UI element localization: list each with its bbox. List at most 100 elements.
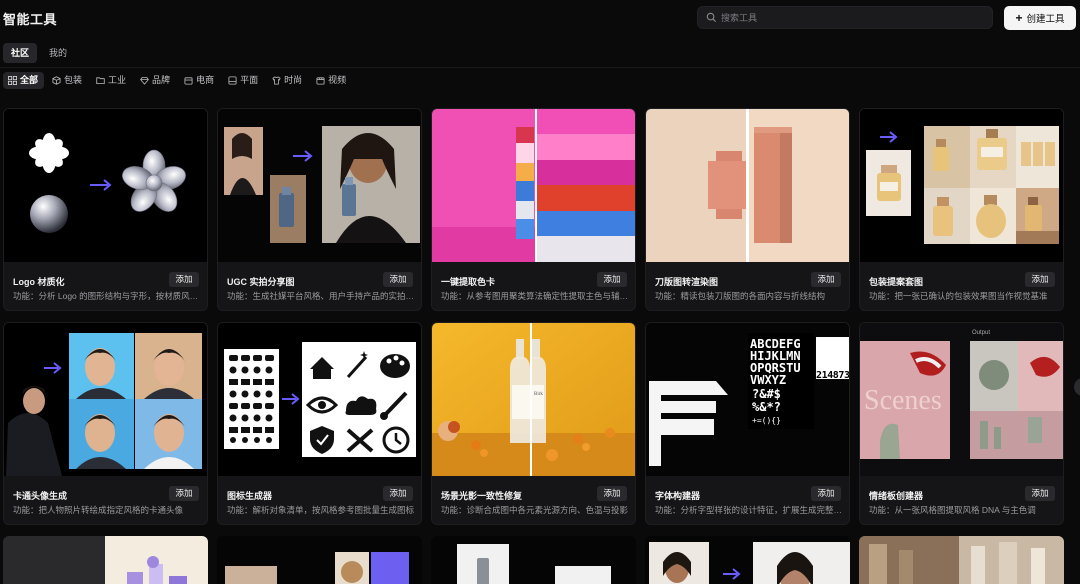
filter-label: 平面: [240, 75, 259, 85]
card-title: 包装提案套图: [869, 277, 924, 287]
card-title: 情绪板创建器: [869, 491, 924, 501]
grid-icon: [8, 76, 17, 85]
add-button[interactable]: 添加: [597, 486, 627, 501]
filter-packaging[interactable]: 包装: [47, 72, 88, 89]
card-title: 一键提取色卡: [441, 277, 496, 287]
card-thumbnail: [218, 109, 421, 262]
search-box[interactable]: [697, 6, 993, 29]
card-thumbnail: [217, 536, 422, 584]
add-button[interactable]: 添加: [811, 272, 841, 287]
add-button[interactable]: 添加: [1025, 486, 1055, 501]
card-thumbnail: [645, 536, 850, 584]
filter-brand[interactable]: 品牌: [135, 72, 176, 89]
scroll-right-handle[interactable]: [1074, 378, 1080, 396]
card-thumbnail: Scenes Output: [860, 323, 1063, 476]
tool-card-moodboard[interactable]: Scenes Output 情绪板创建器 添加 功能：从一张风格图提取风格 DN…: [859, 322, 1064, 525]
category-filters: 全部 包装 工业 品牌 电商 平面 时尚 视频: [3, 72, 352, 89]
card-title: 字体构建器: [655, 491, 701, 501]
card-thumbnail: [859, 536, 1064, 584]
add-button[interactable]: 添加: [597, 272, 627, 287]
tool-card-icon-generator[interactable]: 图标生成器 添加 功能：解析对象清单，按风格参考图批量生成图标: [217, 322, 422, 525]
card-description: 功能：解析对象清单，按风格参考图批量生成图标: [227, 505, 415, 515]
filter-label: 工业: [108, 75, 127, 85]
filter-industrial[interactable]: 工业: [91, 72, 132, 89]
filter-fashion[interactable]: 时尚: [267, 72, 308, 89]
filter-label: 品牌: [152, 75, 171, 85]
page-title: 智能工具: [3, 12, 58, 27]
add-button[interactable]: 添加: [383, 486, 413, 501]
card-thumbnail: [431, 536, 636, 584]
tool-card-color-card[interactable]: 一键提取色卡 添加 功能：从参考图用聚类算法确定性提取主色与辅助色: [431, 108, 636, 311]
card-title: UGC 实拍分享图: [227, 277, 295, 287]
tool-card-partial[interactable]: [645, 536, 850, 584]
card-description: 功能：分析 Logo 的图形结构与字形，按材质风格重塑: [13, 291, 201, 301]
output-label: Output: [972, 330, 990, 336]
search-input[interactable]: [721, 10, 981, 26]
card-description: 功能：生成社媒平台风格、用户手持产品的实拍分享图: [227, 291, 415, 301]
plus-icon: +: [1015, 11, 1023, 25]
video-icon: [316, 77, 325, 85]
tool-card-font-builder[interactable]: ABCDEFG HIJKLMN OPQRSTU VWXYZ ?&#$ %&*? …: [645, 322, 850, 525]
add-button[interactable]: 添加: [383, 272, 413, 287]
card-description: 功能：诊断合成图中各元素光源方向、色温与投影: [441, 505, 629, 515]
tool-card-partial[interactable]: [3, 536, 208, 584]
tab-community[interactable]: 社区: [3, 43, 38, 63]
add-button[interactable]: 添加: [811, 486, 841, 501]
filter-ecommerce[interactable]: 电商: [179, 72, 220, 89]
top-bar: 智能工具 + 创建工具: [0, 0, 1080, 38]
card-thumbnail: Birk: [432, 323, 635, 476]
add-button[interactable]: 添加: [169, 272, 199, 287]
card-thumbnail: [218, 323, 421, 476]
glyph-row: %&*?: [752, 400, 781, 414]
filter-label: 包装: [64, 75, 83, 85]
filter-video[interactable]: 视频: [311, 72, 352, 89]
mood-word: Scenes: [864, 385, 942, 416]
tool-card-scene-lighting[interactable]: Birk 场景光影一致性修复 添加 功能：诊断合成图中各元素光源方向、色温与投影: [431, 322, 636, 525]
card-description: 功能：从一张风格图提取风格 DNA 与主色调: [869, 505, 1036, 515]
card-description: 功能：从参考图用聚类算法确定性提取主色与辅助色: [441, 291, 629, 301]
tab-mine[interactable]: 我的: [41, 43, 75, 63]
card-thumbnail: [432, 109, 635, 262]
filter-label: 时尚: [284, 75, 303, 85]
filter-all[interactable]: 全部: [3, 72, 45, 89]
folder-icon: [96, 77, 105, 85]
card-thumbnail: [3, 536, 208, 584]
card-description: 功能：精读包装刀版图的各面内容与折线结构: [655, 291, 826, 301]
shirt-icon: [272, 76, 281, 85]
create-tool-button[interactable]: + 创建工具: [1004, 6, 1076, 30]
tool-card-packaging-set[interactable]: 包装提案套图 添加 功能：把一张已确认的包装效果图当作视觉基准: [859, 108, 1064, 311]
card-thumbnail: [646, 109, 849, 262]
tool-card-partial[interactable]: [859, 536, 1064, 584]
add-button[interactable]: 添加: [1025, 272, 1055, 287]
card-thumbnail: [4, 323, 207, 476]
search-icon: [706, 12, 717, 23]
diamond-icon: [140, 76, 149, 85]
shop-icon: [184, 77, 193, 85]
tool-card-logo[interactable]: Logo 材质化 添加 功能：分析 Logo 的图形结构与字形，按材质风格重塑: [3, 108, 208, 311]
add-button[interactable]: 添加: [169, 486, 199, 501]
filter-graphic[interactable]: 平面: [223, 72, 264, 89]
card-description: 功能：分析字型样张的设计特征，扩展生成完整字符集: [655, 505, 843, 515]
filter-label: 电商: [196, 75, 215, 85]
tool-card-dieline[interactable]: 刀版图转渲染图 添加 功能：精读包装刀版图的各面内容与折线结构: [645, 108, 850, 311]
create-tool-label: 创建工具: [1026, 14, 1065, 25]
glyph-row: ?&#$: [752, 387, 781, 401]
card-description: 功能：把一张已确认的包装效果图当作视觉基准: [869, 291, 1048, 301]
tool-card-cartoon-avatar[interactable]: 卡通头像生成 添加 功能：把人物照片转绘成指定风格的卡通头像: [3, 322, 208, 525]
glyph-digits: 2 1 4 8 7 3: [816, 370, 850, 381]
card-title: 场景光影一致性修复: [441, 491, 523, 501]
card-thumbnail: [4, 109, 207, 262]
glyph-row: VWXYZ: [750, 373, 786, 387]
tool-card-partial[interactable]: [431, 536, 636, 584]
card-description: 功能：把人物照片转绘成指定风格的卡通头像: [13, 505, 184, 515]
bottle-label-text: Birk: [534, 392, 543, 397]
card-title: 卡通头像生成: [13, 491, 68, 501]
package-icon: [52, 76, 61, 85]
layout-icon: [228, 76, 237, 85]
card-title: 图标生成器: [227, 491, 273, 501]
tool-card-ugc[interactable]: UGC 实拍分享图 添加 功能：生成社媒平台风格、用户手持产品的实拍分享图: [217, 108, 422, 311]
card-thumbnail: [860, 109, 1063, 262]
main-tabs: 社区 我的: [3, 43, 75, 63]
tool-card-partial[interactable]: [217, 536, 422, 584]
divider: [0, 67, 1080, 68]
